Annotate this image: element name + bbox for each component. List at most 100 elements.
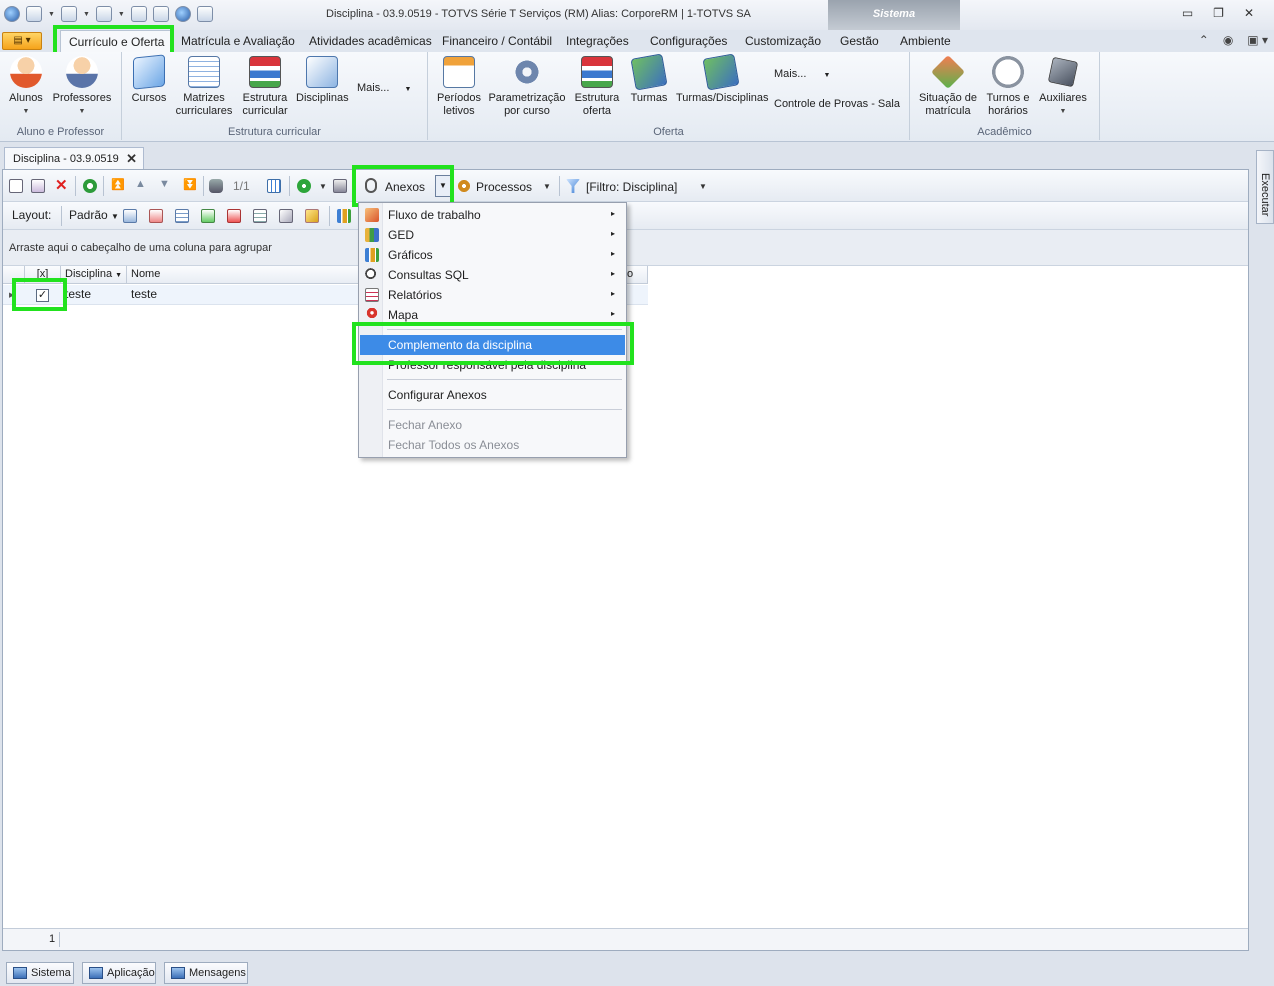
app-logo-icon[interactable] [4,6,20,22]
close-tab-icon[interactable]: ✕ [126,151,137,167]
row-checkbox[interactable]: ✓ [36,289,49,302]
professores-button[interactable]: Professores ▼ [50,56,114,118]
highlight-icon[interactable] [305,209,319,223]
executar-side-panel[interactable]: Executar [1256,150,1274,224]
chart-icon[interactable] [337,209,351,223]
tab-atividades-academicas[interactable]: Atividades acadêmicas [309,34,432,48]
grid-footer: 1 [3,928,1248,950]
parametrizacao-button[interactable]: Parametrização por curso [488,56,566,118]
export-icon[interactable] [130,6,147,22]
last-record-icon[interactable]: ⏬ [183,178,197,192]
edit-record-icon[interactable] [31,179,45,193]
layout-options-icon[interactable]: ▣ ▾ [1247,33,1268,47]
print-icon[interactable] [333,179,347,193]
tab-customizacao[interactable]: Customização [745,34,821,48]
form-icon [188,56,220,88]
bottom-tab-aplicacao[interactable]: Aplicação [82,962,156,984]
menu-separator [387,379,622,380]
help-globe-icon[interactable]: ◉ [1223,33,1233,47]
filtro-button[interactable]: [Filtro: Disciplina] [586,180,677,194]
processos-button[interactable]: Processos [476,180,532,194]
menu-item-graficos[interactable]: Gráficos ▸ [360,245,625,265]
window-new-icon[interactable] [95,6,112,22]
menu-item-professor-responsavel[interactable]: Professor responsável pela disciplina [360,355,625,375]
import-layout-icon[interactable] [227,209,241,223]
tab-integracoes[interactable]: Integrações [566,34,629,48]
turmas-disciplinas-button[interactable]: Turmas/Disciplinas [676,53,769,105]
chevron-down-icon[interactable]: ▼ [83,11,90,18]
estrutura-oferta-button[interactable]: Estrutura oferta [572,56,622,118]
minimize-button[interactable]: ▭ [1182,6,1193,20]
grid-view-icon[interactable] [267,179,281,193]
bottom-tab-mensagens[interactable]: Mensagens [164,962,248,984]
matrizes-button[interactable]: Matrizes curriculares [174,56,234,118]
tab-financeiro-contabil[interactable]: Financeiro / Contábil [442,34,552,48]
alunos-button[interactable]: Alunos ▼ [4,56,48,118]
export-layout-icon[interactable] [201,209,215,223]
tab-configuracoes[interactable]: Configurações [650,34,727,48]
globe-icon[interactable] [26,6,42,22]
bottom-tab-sistema[interactable]: Sistema [6,962,74,984]
mais-estrutura-button[interactable]: Mais... ▼ [357,82,411,94]
chevron-down-icon[interactable]: ▼ [319,182,327,191]
window-icon[interactable] [60,6,77,22]
save-layout-icon[interactable] [123,209,137,223]
menu-item-complemento-disciplina[interactable]: Complemento da disciplina [360,335,625,355]
group-by-icon[interactable] [253,209,267,223]
anexos-button[interactable]: Anexos [385,180,425,194]
classes-icon [630,53,668,91]
turmas-button[interactable]: Turmas [628,53,670,105]
delete-layout-icon[interactable] [149,209,163,223]
next-record-icon[interactable]: ▼ [159,178,173,192]
refresh-globe-icon[interactable] [174,6,191,22]
previous-record-icon[interactable]: ▲ [135,178,149,192]
auxiliares-button[interactable]: Auxiliares ▼ [1038,56,1088,118]
tab-curriculo-oferta[interactable]: Currículo e Oferta [60,30,174,52]
tab-gestao[interactable]: Gestão [840,34,879,48]
messages-icon [171,967,185,979]
new-record-icon[interactable] [9,179,23,193]
document-tab[interactable]: Disciplina - 03.9.0519 ✕ [4,147,144,170]
import-icon[interactable] [152,6,169,22]
mais-oferta-button[interactable]: Mais... ▼ [774,68,830,80]
chevron-down-icon[interactable]: ▼ [699,182,707,191]
chevron-down-icon[interactable]: ▼ [118,11,125,18]
controle-provas-button[interactable]: Controle de Provas - Sala [774,98,900,110]
tab-ambiente[interactable]: Ambiente [900,34,951,48]
column-header-disciplina[interactable]: Disciplina ▼ [61,266,127,284]
menu-item-relatorios[interactable]: Relatórios ▸ [360,285,625,305]
menu-item-fluxo-trabalho[interactable]: Fluxo de trabalho ▸ [360,205,625,225]
disciplinas-button[interactable]: Disciplinas [296,56,349,105]
chevron-down-icon: ▼ [111,212,119,221]
chevron-down-icon[interactable]: ▼ [48,11,55,18]
bottom-status-bar: Sistema Aplicação Mensagens [0,958,1274,986]
toolbar-separator [289,176,290,196]
menu-item-configurar-anexos[interactable]: Configurar Anexos [360,385,625,405]
situacao-matricula-button[interactable]: Situação de matrícula [916,55,980,118]
tab-matricula-avaliacao[interactable]: Matrícula e Avaliação [181,34,295,48]
estrutura-curricular-button[interactable]: Estrutura curricular [238,56,292,118]
menu-item-mapa[interactable]: Mapa ▸ [360,305,625,325]
cursos-button[interactable]: Cursos [128,54,170,105]
sum-icon[interactable] [279,209,293,223]
turnos-horarios-button[interactable]: Turnos e horários [982,56,1034,118]
menu-item-ged[interactable]: GED ▸ [360,225,625,245]
refresh-icon[interactable] [83,179,97,193]
ribbon-group-oferta: Períodos letivos Parametrização por curs… [428,52,910,140]
app-menu-button[interactable]: ▤ ▾ [2,32,42,50]
layout-select[interactable]: Padrão ▼ [69,208,119,222]
periodos-letivos-button[interactable]: Períodos letivos [436,56,482,118]
anexos-dropdown-button[interactable]: ▼ [435,175,451,197]
copy-icon[interactable] [196,6,213,22]
chevron-down-icon[interactable]: ▼ [543,182,551,191]
select-all-header[interactable]: [x] [25,266,61,284]
menu-item-consultas-sql[interactable]: Consultas SQL ▸ [360,265,625,285]
collapse-ribbon-icon[interactable]: ⌃ [1199,33,1209,47]
restore-button[interactable]: ❐ [1213,6,1224,20]
delete-icon[interactable]: ✕ [55,176,69,194]
go-arrow-icon[interactable] [297,179,311,193]
first-record-icon[interactable]: ⏫ [111,178,125,192]
columns-icon[interactable] [175,209,189,223]
close-button[interactable]: ✕ [1244,6,1254,20]
binoculars-icon[interactable] [209,179,223,193]
